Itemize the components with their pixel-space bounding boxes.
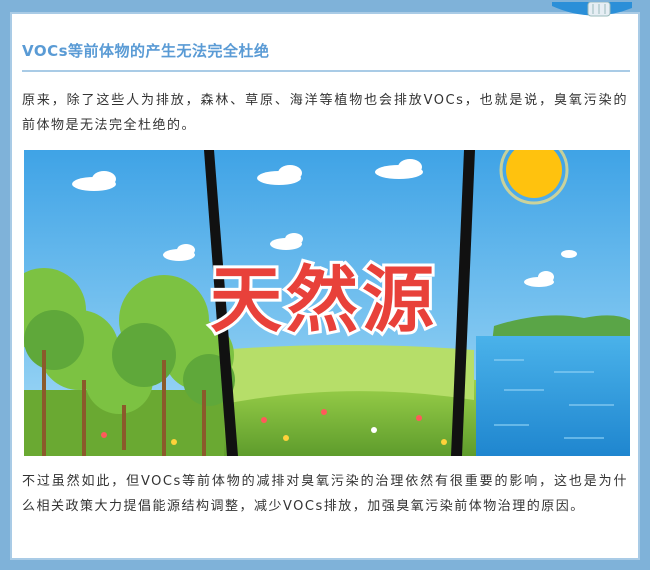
title-divider xyxy=(22,70,630,72)
section-title: VOCs等前体物的产生无法完全杜绝 xyxy=(22,42,270,60)
illustration-caption: 天然源 xyxy=(210,258,438,342)
intro-paragraph: 原来，除了这些人为排放，森林、草原、海洋等植物也会排放VOCs，也就是说，臭氧污… xyxy=(22,93,628,133)
corner-decoration-icon xyxy=(552,2,632,17)
article-frame: VOCs等前体物的产生无法完全杜绝 原来，除了这些人为排放，森林、草原、海洋等植… xyxy=(10,2,640,560)
conclusion-paragraph: 不过虽然如此，但VOCs等前体物的减排对臭氧污染的治理依然有很重要的影响，这也是… xyxy=(22,474,628,514)
natural-source-illustration: 天然源 xyxy=(24,150,630,456)
